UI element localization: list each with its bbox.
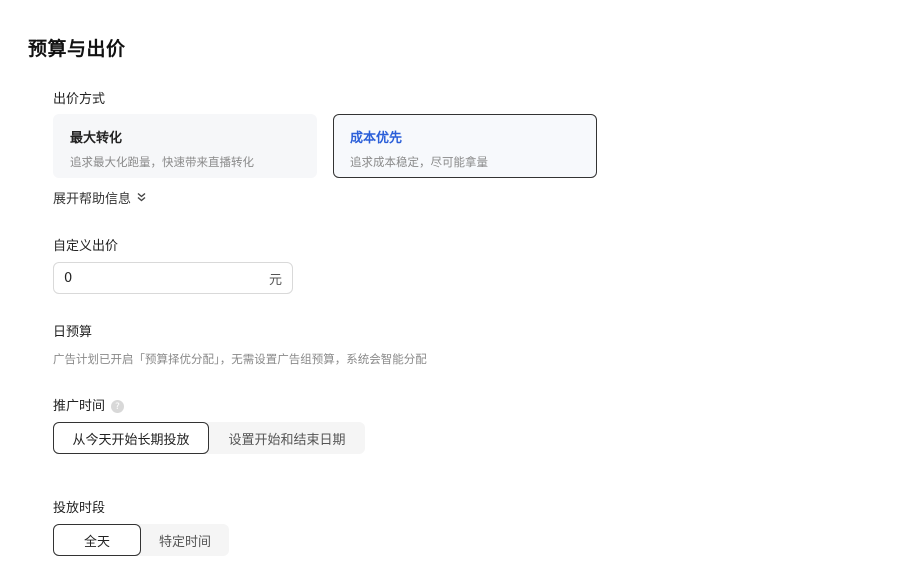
promo-time-option-date-range[interactable]: 设置开始和结束日期 xyxy=(209,422,365,454)
daily-budget-label: 日预算 xyxy=(53,325,93,340)
expand-help-toggle[interactable]: 展开帮助信息 xyxy=(53,188,146,207)
custom-bid-input[interactable] xyxy=(64,270,269,286)
bid-method-label: 出价方式 xyxy=(53,92,106,107)
schedule-option-specific-time[interactable]: 特定时间 xyxy=(141,524,229,556)
chevron-double-down-icon xyxy=(137,192,146,204)
schedule-label: 投放时段 xyxy=(53,501,106,516)
schedule-option-all-day[interactable]: 全天 xyxy=(53,524,141,556)
currency-unit: 元 xyxy=(268,272,282,288)
section-title: 预算与出价 xyxy=(28,38,126,60)
bid-option-desc: 追求成本稳定，尽可能拿量 xyxy=(350,155,488,169)
bid-option-title: 成本优先 xyxy=(350,131,403,146)
promo-time-option-long-term[interactable]: 从今天开始长期投放 xyxy=(53,422,209,454)
custom-bid-label: 自定义出价 xyxy=(53,239,119,254)
bid-option-title: 最大转化 xyxy=(70,131,123,146)
custom-bid-field: 元 xyxy=(53,262,293,294)
question-circle-icon[interactable]: ? xyxy=(111,400,125,413)
schedule-segmented: 全天 特定时间 xyxy=(53,524,229,556)
promo-time-label-row: 推广时间? xyxy=(53,395,125,414)
bid-option-desc: 追求最大化跑量，快速带来直播转化 xyxy=(70,155,254,169)
daily-budget-hint: 广告计划已开启「预算择优分配」，无需设置广告组预算，系统会智能分配 xyxy=(53,352,427,366)
promo-time-segmented: 从今天开始长期投放 设置开始和结束日期 xyxy=(53,422,365,454)
bid-option-cost-priority[interactable]: 成本优先 追求成本稳定，尽可能拿量 xyxy=(333,114,597,178)
promo-time-label: 推广时间 xyxy=(53,399,106,414)
expand-help-label: 展开帮助信息 xyxy=(53,192,132,207)
bid-option-max-conversion[interactable]: 最大转化 追求最大化跑量，快速带来直播转化 xyxy=(53,114,317,178)
